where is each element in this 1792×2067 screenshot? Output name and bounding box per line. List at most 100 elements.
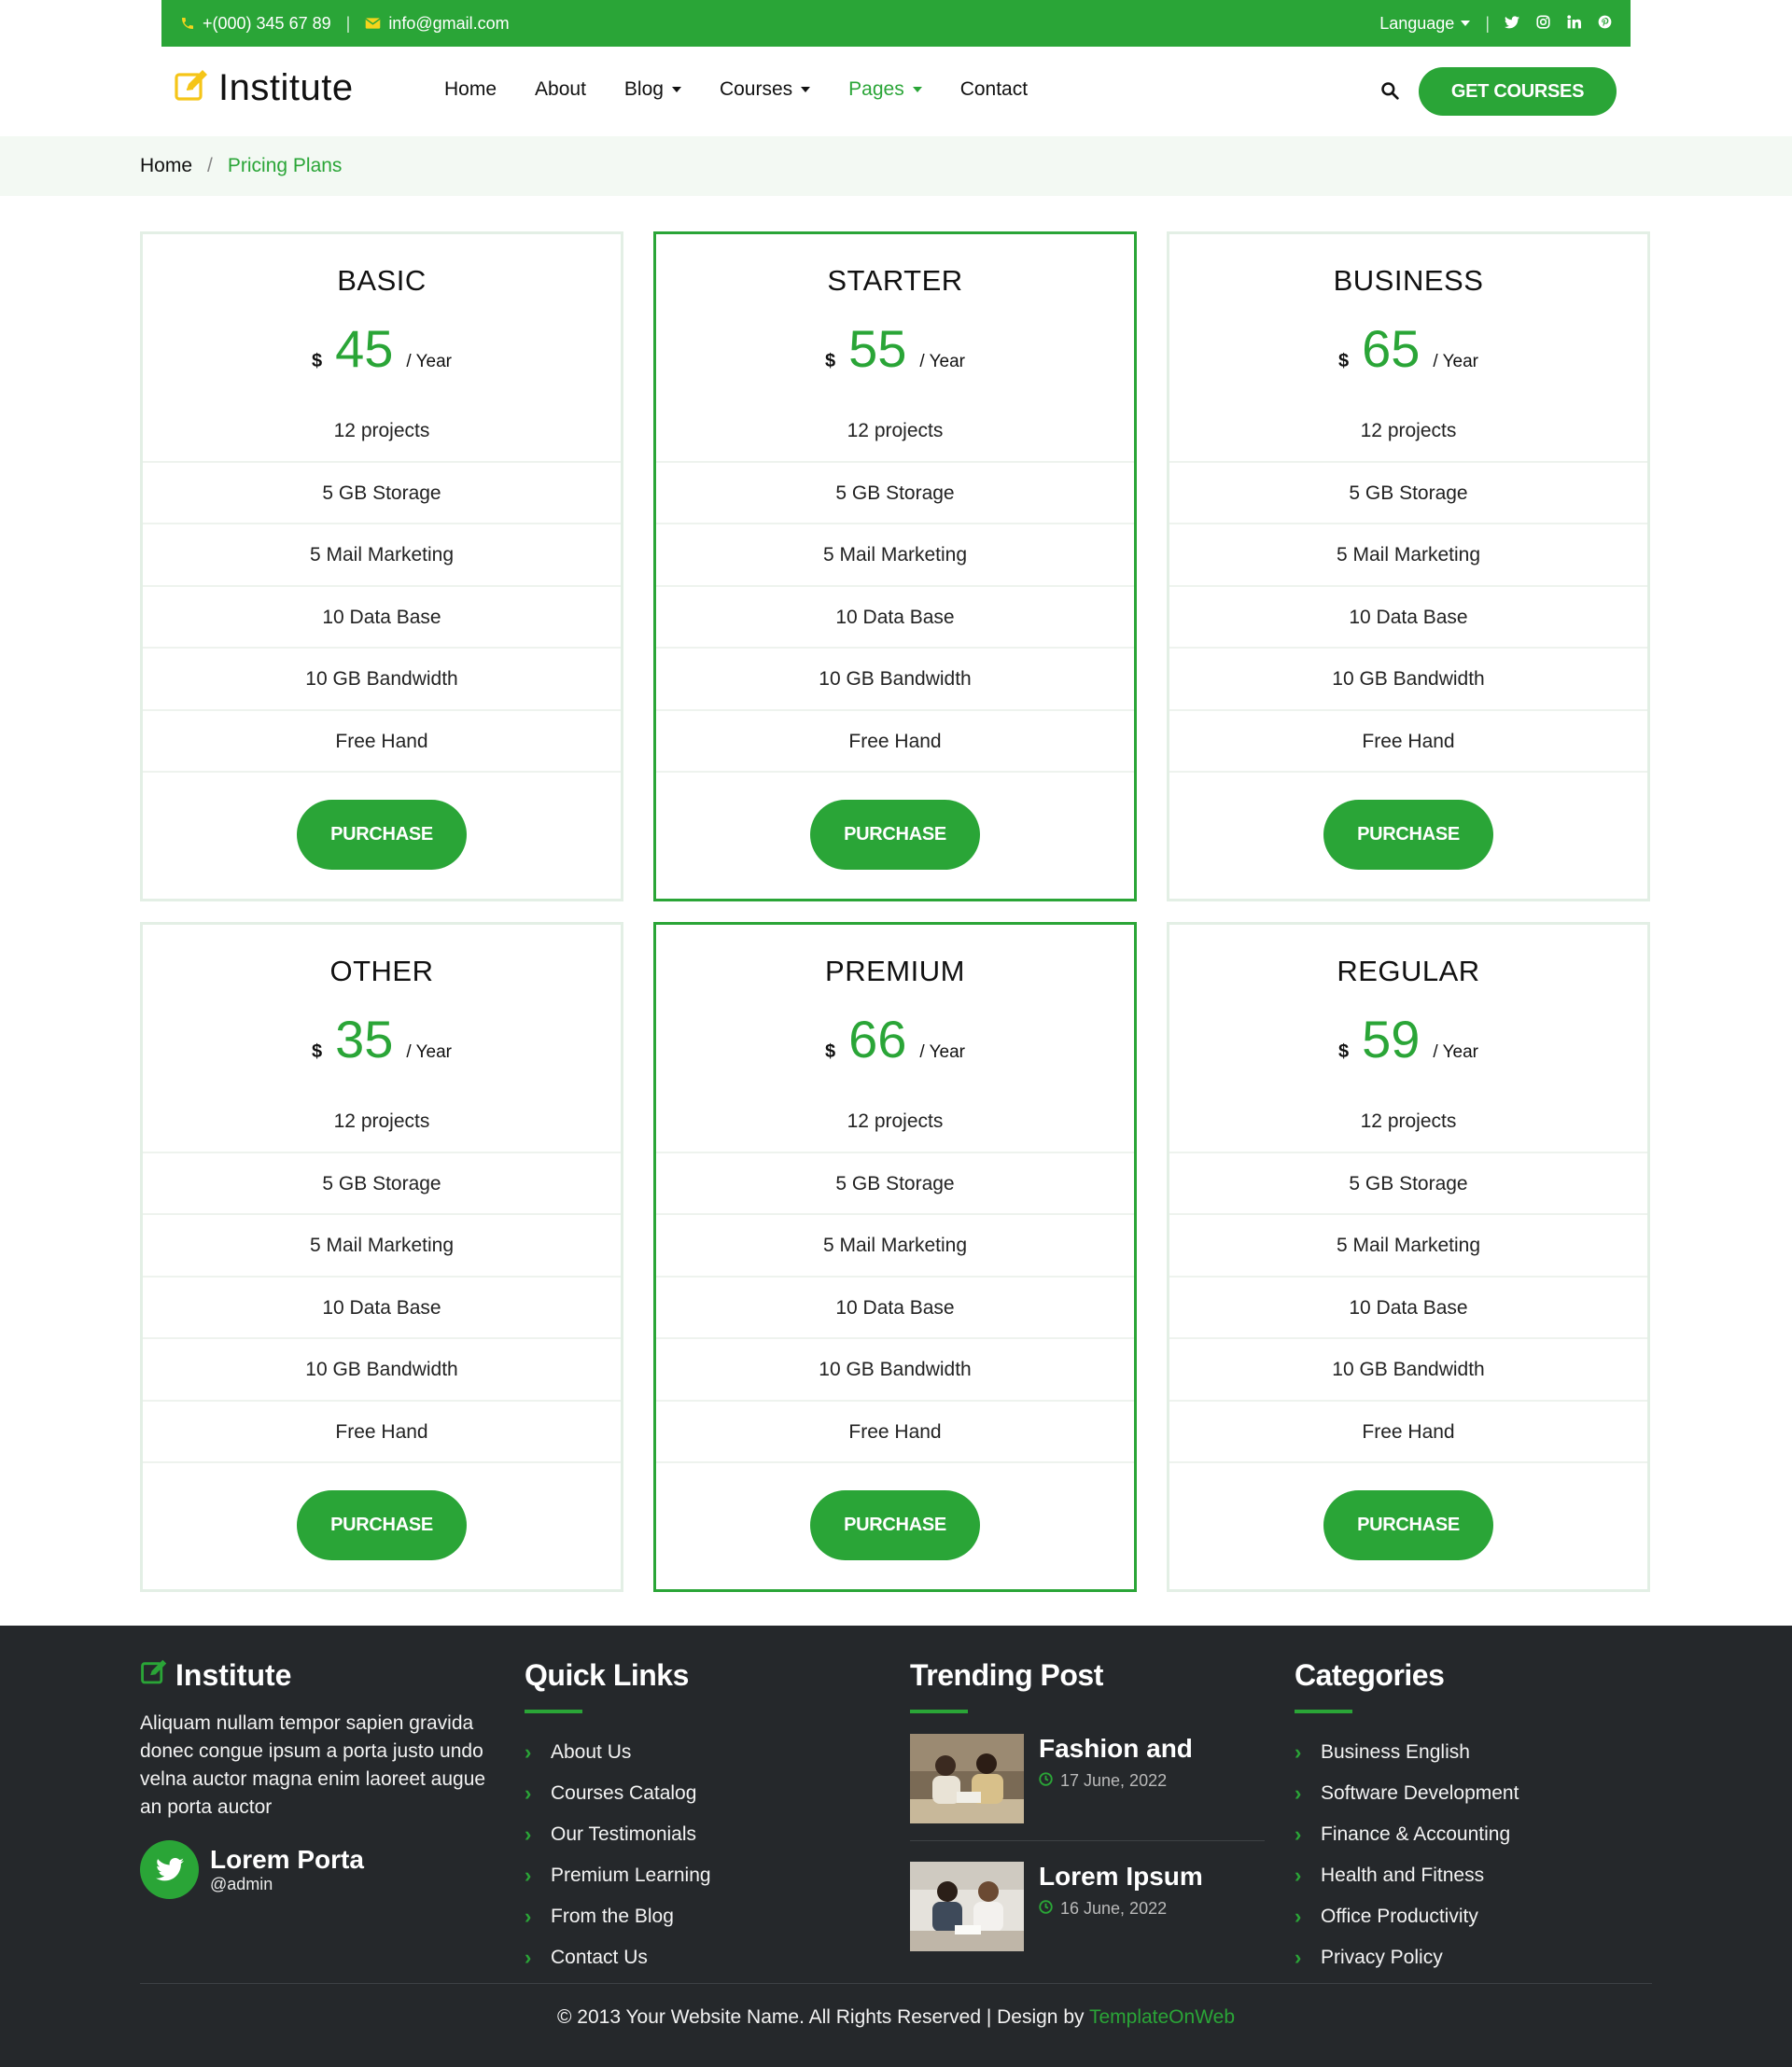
- nav-contact[interactable]: Contact: [960, 78, 1028, 101]
- chevron-right-icon: ›: [525, 1823, 532, 1846]
- get-courses-button[interactable]: GET COURSES: [1419, 67, 1617, 116]
- footer-logo-text: Institute: [175, 1658, 292, 1692]
- twitter-profile[interactable]: Lorem Porta @admin: [140, 1840, 495, 1899]
- trending-post[interactable]: Fashion and 17 June, 2022: [910, 1734, 1265, 1823]
- nav-pages[interactable]: Pages: [848, 78, 922, 101]
- site-footer: Institute Aliquam nullam tempor sapien g…: [0, 1626, 1792, 2067]
- envelope-icon: [365, 17, 382, 30]
- trending-post[interactable]: Lorem Ipsum 16 June, 2022: [910, 1862, 1265, 1951]
- social-links: [1505, 14, 1612, 34]
- quick-link-item[interactable]: › Courses Catalog: [525, 1773, 861, 1814]
- quick-link-item[interactable]: › About Us: [525, 1732, 861, 1773]
- nav-about-label: About: [535, 78, 586, 100]
- chevron-down-icon: [1461, 21, 1471, 26]
- site-logo[interactable]: Institute: [174, 67, 354, 109]
- price-amount: 59: [1362, 1010, 1421, 1068]
- footer-logo[interactable]: Institute: [140, 1658, 495, 1693]
- feature-item: 5 Mail Marketing: [143, 524, 621, 587]
- feature-item: 12 projects: [143, 1091, 621, 1153]
- quick-link-label: Premium Learning: [551, 1864, 711, 1886]
- post-thumbnail: [910, 1734, 1024, 1823]
- quick-link-item[interactable]: › Our Testimonials: [525, 1814, 861, 1855]
- chevron-down-icon: [912, 87, 922, 92]
- feature-list: 12 projects 5 GB Storage 5 Mail Marketin…: [143, 400, 621, 773]
- top-bar: +(000) 345 67 89 | info@gmail.com Langua…: [161, 0, 1631, 47]
- phone-contact[interactable]: +(000) 345 67 89: [180, 14, 331, 34]
- pinterest-icon[interactable]: [1598, 14, 1612, 34]
- category-item[interactable]: › Finance & Accounting: [1295, 1814, 1649, 1855]
- chevron-right-icon: ›: [1295, 1740, 1302, 1764]
- nav-home[interactable]: Home: [444, 78, 497, 101]
- phone-number: +(000) 345 67 89: [203, 13, 331, 33]
- feature-item: 12 projects: [1169, 1091, 1647, 1153]
- category-label: Business English: [1321, 1741, 1470, 1763]
- email-contact[interactable]: info@gmail.com: [365, 14, 510, 34]
- price-period: / Year: [1433, 1042, 1479, 1062]
- category-item[interactable]: › Business English: [1295, 1732, 1649, 1773]
- feature-item: 10 Data Base: [656, 1278, 1134, 1339]
- topbar-divider: |: [345, 13, 351, 33]
- search-icon[interactable]: [1380, 81, 1399, 105]
- feature-item: 5 GB Storage: [143, 463, 621, 524]
- feature-item: 10 GB Bandwidth: [1169, 1339, 1647, 1402]
- post-title: Fashion and: [1039, 1734, 1193, 1763]
- currency-symbol: $: [311, 1041, 323, 1062]
- price-period: / Year: [1433, 352, 1479, 371]
- quick-link-label: Contact Us: [551, 1947, 648, 1968]
- designer-link[interactable]: TemplateOnWeb: [1089, 2006, 1235, 2028]
- currency-symbol: $: [1337, 1041, 1350, 1062]
- post-title: Lorem Ipsum: [1039, 1862, 1203, 1891]
- nav-home-label: Home: [444, 78, 497, 100]
- feature-list: 12 projects 5 GB Storage 5 Mail Marketin…: [143, 1091, 621, 1463]
- purchase-button[interactable]: PURCHASE: [810, 1490, 980, 1560]
- instagram-icon[interactable]: [1536, 14, 1550, 34]
- feature-item: 10 GB Bandwidth: [656, 649, 1134, 711]
- plan-card-starter: STARTER $ 55 / Year 12 projects 5 GB Sto…: [653, 231, 1137, 901]
- footer-categories: Categories › Business English › Software D…: [1295, 1658, 1649, 1978]
- category-item[interactable]: › Privacy Policy: [1295, 1937, 1649, 1978]
- feature-item: 12 projects: [656, 1091, 1134, 1153]
- price-period: / Year: [919, 1042, 966, 1062]
- purchase-button[interactable]: PURCHASE: [810, 800, 980, 870]
- category-item[interactable]: › Health and Fitness: [1295, 1855, 1649, 1896]
- plan-card-other: OTHER $ 35 / Year 12 projects 5 GB Stora…: [140, 922, 623, 1592]
- purchase-button[interactable]: PURCHASE: [297, 1490, 467, 1560]
- quick-link-item[interactable]: › Premium Learning: [525, 1855, 861, 1896]
- nav-pages-label: Pages: [848, 78, 904, 100]
- chevron-right-icon: ›: [1295, 1864, 1302, 1887]
- twitter-icon: [140, 1840, 199, 1899]
- category-label: Privacy Policy: [1321, 1947, 1443, 1968]
- feature-list: 12 projects 5 GB Storage 5 Mail Marketin…: [656, 400, 1134, 773]
- post-date: 16 June, 2022: [1039, 1899, 1203, 1919]
- breadcrumb-current: Pricing Plans: [227, 155, 343, 176]
- nav-about[interactable]: About: [535, 78, 586, 101]
- feature-item: 5 Mail Marketing: [1169, 1215, 1647, 1278]
- plan-price: $ 55 / Year: [656, 318, 1134, 384]
- breadcrumb-home[interactable]: Home: [140, 155, 192, 177]
- linkedin-icon[interactable]: [1567, 14, 1581, 34]
- nav-blog[interactable]: Blog: [624, 78, 681, 101]
- quick-link-item[interactable]: › Contact Us: [525, 1937, 861, 1978]
- language-dropdown[interactable]: Language: [1379, 14, 1471, 34]
- category-item[interactable]: › Office Productivity: [1295, 1896, 1649, 1937]
- feature-item: 5 Mail Marketing: [656, 524, 1134, 587]
- nav-courses[interactable]: Courses: [720, 78, 811, 101]
- purchase-button[interactable]: PURCHASE: [297, 800, 467, 870]
- quick-link-item[interactable]: › From the Blog: [525, 1896, 861, 1937]
- price-amount: 55: [848, 319, 907, 378]
- feature-item: Free Hand: [656, 711, 1134, 773]
- purchase-button[interactable]: PURCHASE: [1323, 1490, 1493, 1560]
- feature-item: 12 projects: [143, 400, 621, 463]
- breadcrumb-separator: /: [207, 155, 213, 176]
- twitter-icon[interactable]: [1505, 14, 1519, 34]
- feature-list: 12 projects 5 GB Storage 5 Mail Marketin…: [1169, 400, 1647, 773]
- category-item[interactable]: › Software Development: [1295, 1773, 1649, 1814]
- post-date: 17 June, 2022: [1039, 1771, 1193, 1791]
- purchase-button[interactable]: PURCHASE: [1323, 800, 1493, 870]
- plan-price: $ 45 / Year: [143, 318, 621, 384]
- footer-trending-posts: Trending Post Fashion and 17 June, 2022 …: [910, 1658, 1265, 1951]
- chevron-right-icon: ›: [525, 1740, 532, 1764]
- copyright-text: © 2013 Your Website Name. All Rights Res…: [557, 2006, 1085, 2028]
- price-amount: 65: [1362, 319, 1421, 378]
- plan-price: $ 59 / Year: [1169, 1009, 1647, 1074]
